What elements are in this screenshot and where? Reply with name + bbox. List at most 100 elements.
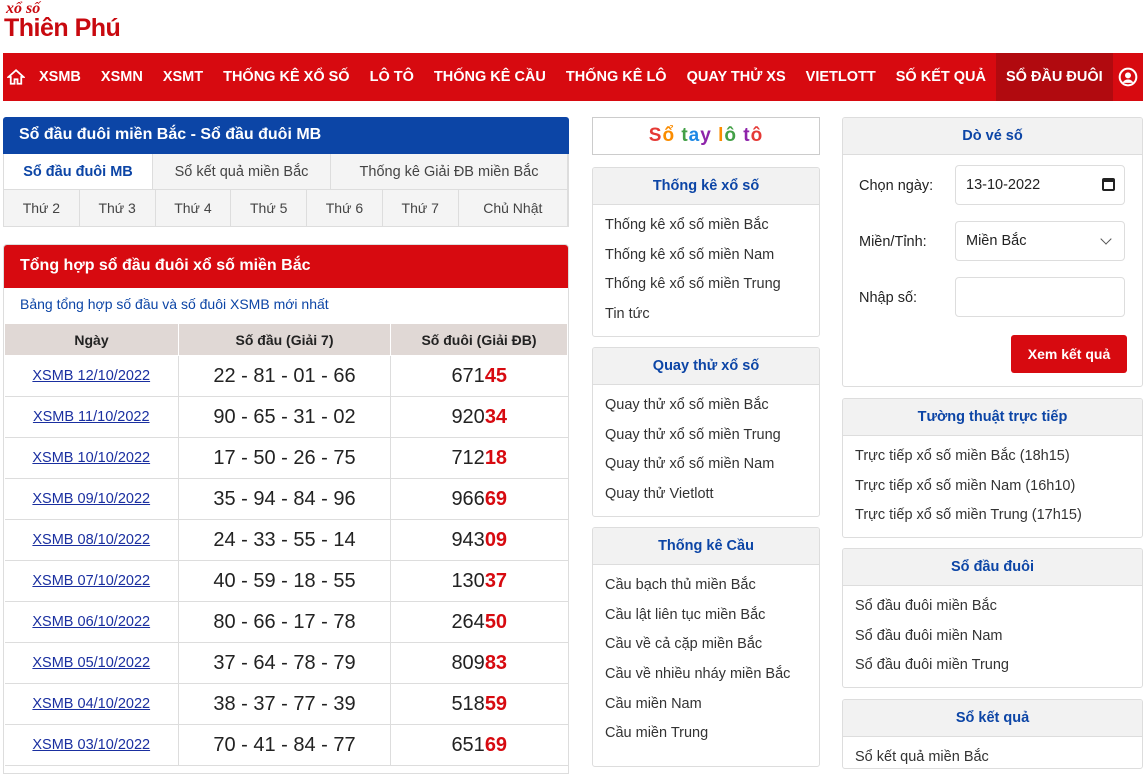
live-title: Tường thuật trực tiếp <box>843 399 1142 436</box>
tail-last-two: 18 <box>484 446 508 469</box>
stats-link[interactable]: Thống kê xổ số miền Nam <box>605 241 807 271</box>
trial-title: Quay thử xổ số <box>593 348 819 385</box>
tail-prefix: 264 <box>451 610 485 633</box>
col-tails: Số đuôi (Giải ĐB) <box>390 323 568 356</box>
tail-prefix: 518 <box>451 692 485 715</box>
live-box: Tường thuật trực tiếp Trực tiếp xổ số mi… <box>842 398 1143 539</box>
result-date-link[interactable]: XSMB 05/10/2022 <box>4 642 179 684</box>
tail-prefix: 943 <box>451 528 485 551</box>
live-link[interactable]: Trực tiếp xổ số miền Bắc (18h15) <box>855 442 1130 472</box>
sdd-link[interactable]: Sổ đầu đuôi miền Trung <box>855 651 1130 681</box>
tab-thu-4[interactable]: Thứ 4 <box>155 190 232 227</box>
tail-last-two: 34 <box>484 405 508 428</box>
logo-line2: Thiên Phú <box>4 14 121 42</box>
result-date-link[interactable]: XSMB 04/10/2022 <box>4 683 179 725</box>
nav-so-dau-duoi[interactable]: SỔ ĐẦU ĐUÔI <box>995 53 1113 101</box>
tail-prefix: 712 <box>451 446 485 469</box>
tab-so-dau-duoi-mb[interactable]: Sổ đầu đuôi MB <box>4 154 153 190</box>
cau-title: Thống kê Cầu <box>593 528 819 565</box>
cau-link[interactable]: Cầu bạch thủ miền Bắc <box>605 571 807 601</box>
nav-xsmb[interactable]: XSMB <box>29 53 91 101</box>
cau-link[interactable]: Cầu về nhiều nháy miền Bắc <box>605 660 807 690</box>
tail-number: 96669 <box>390 478 568 520</box>
stats-link[interactable]: Tin tức <box>605 300 807 330</box>
region-label: Miền/Tỉnh: <box>859 234 927 250</box>
tail-number: 51859 <box>390 683 568 725</box>
calendar-icon[interactable] <box>1102 178 1115 191</box>
result-date-link[interactable]: XSMB 07/10/2022 <box>4 560 179 602</box>
stats-title: Thống kê xổ số <box>593 168 819 205</box>
head-numbers: 37 - 64 - 78 - 79 <box>178 642 391 684</box>
trial-link[interactable]: Quay thử xổ số miền Nam <box>605 450 807 480</box>
table-row: XSMB 08/10/2022 24 - 33 - 55 - 14 94309 <box>4 519 568 561</box>
trial-link[interactable]: Quay thử xổ số miền Bắc <box>605 391 807 421</box>
nav-thong-ke-xo-so[interactable]: THỐNG KÊ XỔ SỐ <box>213 53 360 101</box>
result-date-link[interactable]: XSMB 03/10/2022 <box>4 724 179 766</box>
nav-xsmt[interactable]: XSMT <box>153 53 213 101</box>
site-logo[interactable]: xổ số Thiên Phú <box>4 0 154 46</box>
sdd-link[interactable]: Sổ đầu đuôi miền Nam <box>855 622 1130 652</box>
so-ket-qua-box: Sổ kết quả Sổ kết quả miền Bắc <box>842 699 1143 769</box>
number-label: Nhập số: <box>859 290 918 306</box>
tail-prefix: 130 <box>451 569 485 592</box>
home-icon[interactable] <box>3 53 29 101</box>
cau-link[interactable]: Cầu miền Nam <box>605 690 807 720</box>
head-numbers: 35 - 94 - 84 - 96 <box>178 478 391 520</box>
tail-last-two: 59 <box>484 692 508 715</box>
nav-so-ket-qua[interactable]: SỐ KẾT QUẢ <box>886 53 996 101</box>
nav-thong-ke-lo[interactable]: THỐNG KÊ LÔ <box>556 53 677 101</box>
region-select[interactable]: Miền Bắc <box>955 221 1125 261</box>
number-input[interactable] <box>955 277 1125 317</box>
cau-link[interactable]: Cầu về cả cặp miền Bắc <box>605 630 807 660</box>
date-input[interactable]: 13-10-2022 <box>955 165 1125 205</box>
tab-thu-6[interactable]: Thứ 6 <box>307 190 383 227</box>
head-numbers: 24 - 33 - 55 - 14 <box>178 519 391 561</box>
tab-thu-2[interactable]: Thứ 2 <box>4 190 80 227</box>
notebook-letter: t <box>743 125 751 146</box>
nav-thong-ke-cau[interactable]: THỐNG KÊ CẦU <box>424 53 556 101</box>
date-value: 13-10-2022 <box>966 177 1041 193</box>
result-date-link[interactable]: XSMB 12/10/2022 <box>4 355 179 397</box>
result-date-link[interactable]: XSMB 08/10/2022 <box>4 519 179 561</box>
tail-last-two: 69 <box>484 487 508 510</box>
nav-lo-to[interactable]: LÔ TÔ <box>360 53 424 101</box>
tail-last-two: 45 <box>484 364 508 387</box>
trial-link[interactable]: Quay thử xổ số miền Trung <box>605 421 807 451</box>
nav-vietlott[interactable]: VIETLOTT <box>796 53 886 101</box>
table-row: XSMB 06/10/2022 80 - 66 - 17 - 78 26450 <box>4 601 568 643</box>
table-row: XSMB 05/10/2022 37 - 64 - 78 - 79 80983 <box>4 642 568 684</box>
cau-link[interactable]: Cầu miền Trung <box>605 719 807 749</box>
col-heads: Số đầu (Giải 7) <box>178 323 391 356</box>
tab-so-ket-qua-mb[interactable]: Sổ kết quả miền Bắc <box>153 154 331 190</box>
chevron-down-icon <box>1100 233 1112 245</box>
tab-thu-5[interactable]: Thứ 5 <box>231 190 308 227</box>
stats-link[interactable]: Thống kê xổ số miền Bắc <box>605 211 807 241</box>
tab-thu-7[interactable]: Thứ 7 <box>382 190 459 227</box>
result-date-link[interactable]: XSMB 10/10/2022 <box>4 437 179 479</box>
notebook-letter: ô <box>724 125 737 146</box>
result-date-link[interactable]: XSMB 09/10/2022 <box>4 478 179 520</box>
live-link[interactable]: Trực tiếp xổ số miền Nam (16h10) <box>855 472 1130 502</box>
tab-thong-ke-giai-db[interactable]: Thống kê Giải ĐB miền Bắc <box>331 154 568 190</box>
trial-box: Quay thử xổ số Quay thử xổ số miền Bắc Q… <box>592 347 820 517</box>
tab-thu-3[interactable]: Thứ 3 <box>79 190 156 227</box>
sdd-link[interactable]: Sổ đầu đuôi miền Bắc <box>855 592 1130 622</box>
head-numbers: 17 - 50 - 26 - 75 <box>178 437 391 479</box>
result-date-link[interactable]: XSMB 06/10/2022 <box>4 601 179 643</box>
stats-link[interactable]: Thống kê xổ số miền Trung <box>605 270 807 300</box>
tail-number: 80983 <box>390 642 568 684</box>
tab-chu-nhat[interactable]: Chủ Nhật <box>458 190 568 227</box>
result-date-link[interactable]: XSMB 11/10/2022 <box>4 396 179 438</box>
nav-quay-thu[interactable]: QUAY THỬ XS <box>677 53 796 101</box>
skq-link[interactable]: Sổ kết quả miền Bắc <box>855 743 1130 768</box>
trial-link[interactable]: Quay thử Vietlott <box>605 480 807 510</box>
head-numbers: 40 - 59 - 18 - 55 <box>178 560 391 602</box>
user-icon[interactable] <box>1113 53 1143 101</box>
submit-button[interactable]: Xem kết quả <box>1011 335 1127 373</box>
card-subtitle[interactable]: Bảng tổng hợp số đầu và số đuôi XSMB mới… <box>4 288 568 323</box>
nav-xsmn[interactable]: XSMN <box>91 53 153 101</box>
tail-prefix: 671 <box>451 364 485 387</box>
so-tay-lo-to-link[interactable]: Sổ tay lô tô <box>592 117 820 155</box>
live-link[interactable]: Trực tiếp xổ số miền Trung (17h15) <box>855 501 1130 531</box>
cau-link[interactable]: Cầu lật liên tục miền Bắc <box>605 601 807 631</box>
